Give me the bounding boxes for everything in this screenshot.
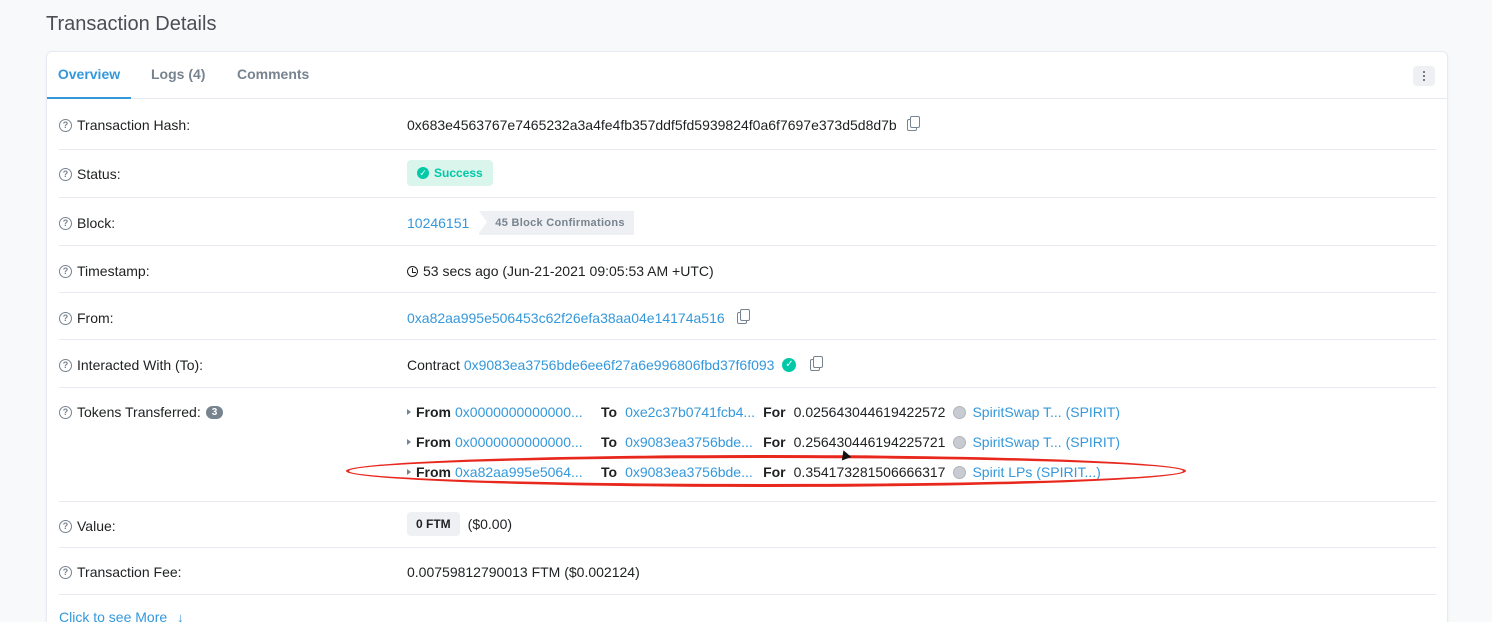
token-transfer-row: From 0x0000000000000... To 0x9083ea3756b… [407, 434, 1120, 450]
page-title: Transaction Details [46, 13, 217, 35]
transfer-amount: 0.354173281506666317 [793, 464, 946, 480]
copy-icon[interactable] [736, 309, 750, 324]
label-tokens-transferred: ? Tokens Transferred: 3 [59, 404, 224, 420]
help-icon[interactable]: ? [59, 358, 72, 372]
label-transaction-hash: ? Transaction Hash: [59, 117, 190, 133]
row-transaction-hash: ? Transaction Hash: 0x683e4563767e746523… [59, 99, 1436, 150]
value-value: 0 FTM ($0.00) [407, 512, 512, 536]
token-link[interactable]: Spirit LPs (SPIRIT...) [972, 464, 1100, 480]
label-transaction-fee: ? Transaction Fee: [59, 564, 182, 580]
help-icon[interactable]: ? [59, 167, 72, 181]
tab-bar: Overview Logs (4) Comments [47, 52, 1447, 99]
value-transaction-hash: 0x683e4563767e7465232a3a4fe4fb357ddf5fd5… [407, 116, 920, 133]
value-from: 0xa82aa995e506453c62f26efa38aa04e14174a5… [407, 309, 750, 326]
label-interacted-with: ? Interacted With (To): [59, 357, 203, 373]
contract-address-link[interactable]: 0x9083ea3756bde6ee6f27a6e996806fbd37f6f0… [464, 357, 775, 373]
tab-comments[interactable]: Comments [237, 52, 309, 99]
caret-right-icon[interactable] [407, 469, 411, 475]
help-icon[interactable]: ? [59, 405, 72, 419]
tab-overview[interactable]: Overview [47, 52, 131, 99]
row-tokens-transferred: ? Tokens Transferred: 3 From 0x000000000… [59, 388, 1436, 502]
row-timestamp: ? Timestamp: 53 secs ago (Jun-21-2021 09… [59, 246, 1436, 293]
copy-icon[interactable] [810, 356, 824, 371]
row-from: ? From: 0xa82aa995e506453c62f26efa38aa04… [59, 293, 1436, 340]
token-logo-icon [953, 405, 967, 419]
row-transaction-fee: ? Transaction Fee: 0.00759812790013 FTM … [59, 548, 1436, 595]
from-address-link[interactable]: 0xa82aa995e506453c62f26efa38aa04e14174a5… [407, 310, 725, 326]
transfer-to-link[interactable]: 0xe2c37b0741fcb4... [625, 404, 755, 420]
help-icon[interactable]: ? [59, 565, 72, 579]
row-interacted-with: ? Interacted With (To): Contract 0x9083e… [59, 340, 1436, 388]
value-block: 10246151 45 Block Confirmations [407, 211, 634, 235]
token-logo-icon [953, 435, 967, 449]
clock-icon [407, 265, 418, 277]
help-icon[interactable]: ? [59, 311, 72, 325]
row-block: ? Block: 10246151 45 Block Confirmations [59, 198, 1436, 246]
tab-logs[interactable]: Logs (4) [151, 52, 205, 99]
transfer-to-link[interactable]: 0x9083ea3756bde... [625, 434, 755, 450]
transfer-from-link[interactable]: 0x0000000000000... [455, 434, 587, 450]
check-circle-icon: ✓ [417, 167, 429, 179]
value-timestamp: 53 secs ago (Jun-21-2021 09:05:53 AM +UT… [407, 263, 714, 279]
help-icon[interactable]: ? [59, 118, 72, 132]
value-usd: ($0.00) [467, 516, 513, 532]
help-icon[interactable]: ? [59, 519, 72, 533]
token-transfer-row: From 0x0000000000000... To 0xe2c37b0741f… [407, 404, 1120, 420]
transfer-to-link[interactable]: 0x9083ea3756bde... [625, 464, 755, 480]
transaction-hash: 0x683e4563767e7465232a3a4fe4fb357ddf5fd5… [407, 117, 897, 133]
token-logo-icon [953, 465, 967, 479]
transfer-amount: 0.256430446194225721 [793, 434, 946, 450]
arrow-down-icon: ↓ [177, 609, 184, 622]
value-status: ✓ Success [407, 160, 493, 186]
help-icon[interactable]: ? [59, 216, 72, 230]
verified-check-icon: ✓ [782, 358, 797, 372]
row-status: ? Status: ✓ Success [59, 150, 1436, 198]
help-icon[interactable]: ? [59, 264, 72, 278]
token-link[interactable]: SpiritSwap T... (SPIRIT) [972, 404, 1120, 420]
transfer-from-link[interactable]: 0xa82aa995e5064... [455, 464, 587, 480]
value-transaction-fee: 0.00759812790013 FTM ($0.002124) [407, 564, 640, 580]
label-from: ? From: [59, 310, 114, 326]
transfer-amount: 0.025643044619422572 [793, 404, 946, 420]
token-link[interactable]: SpiritSwap T... (SPIRIT) [972, 434, 1120, 450]
label-timestamp: ? Timestamp: [59, 263, 150, 279]
status-badge: ✓ Success [407, 160, 493, 186]
value-badge: 0 FTM [407, 512, 460, 536]
contract-prefix: Contract [407, 357, 460, 373]
token-transfer-row: From 0xa82aa995e5064... To 0x9083ea3756b… [407, 464, 1101, 480]
label-value: ? Value: [59, 518, 116, 534]
label-status: ? Status: [59, 166, 121, 182]
value-interacted-with: Contract 0x9083ea3756bde6ee6f27a6e996806… [407, 356, 824, 373]
caret-right-icon[interactable] [407, 439, 411, 445]
row-value: ? Value: 0 FTM ($0.00) [59, 502, 1436, 548]
see-more-link[interactable]: Click to see More ↓ [59, 609, 184, 622]
block-number-link[interactable]: 10246151 [407, 215, 469, 231]
label-block: ? Block: [59, 215, 115, 231]
token-count-badge: 3 [205, 405, 224, 419]
copy-icon[interactable] [906, 116, 920, 131]
kebab-icon [1423, 75, 1425, 77]
transfer-from-link[interactable]: 0x0000000000000... [455, 404, 587, 420]
caret-right-icon[interactable] [407, 409, 411, 415]
transaction-card: Overview Logs (4) Comments ? Transaction… [46, 51, 1448, 622]
more-options-button[interactable] [1413, 66, 1435, 86]
confirmations-badge: 45 Block Confirmations [479, 211, 634, 235]
